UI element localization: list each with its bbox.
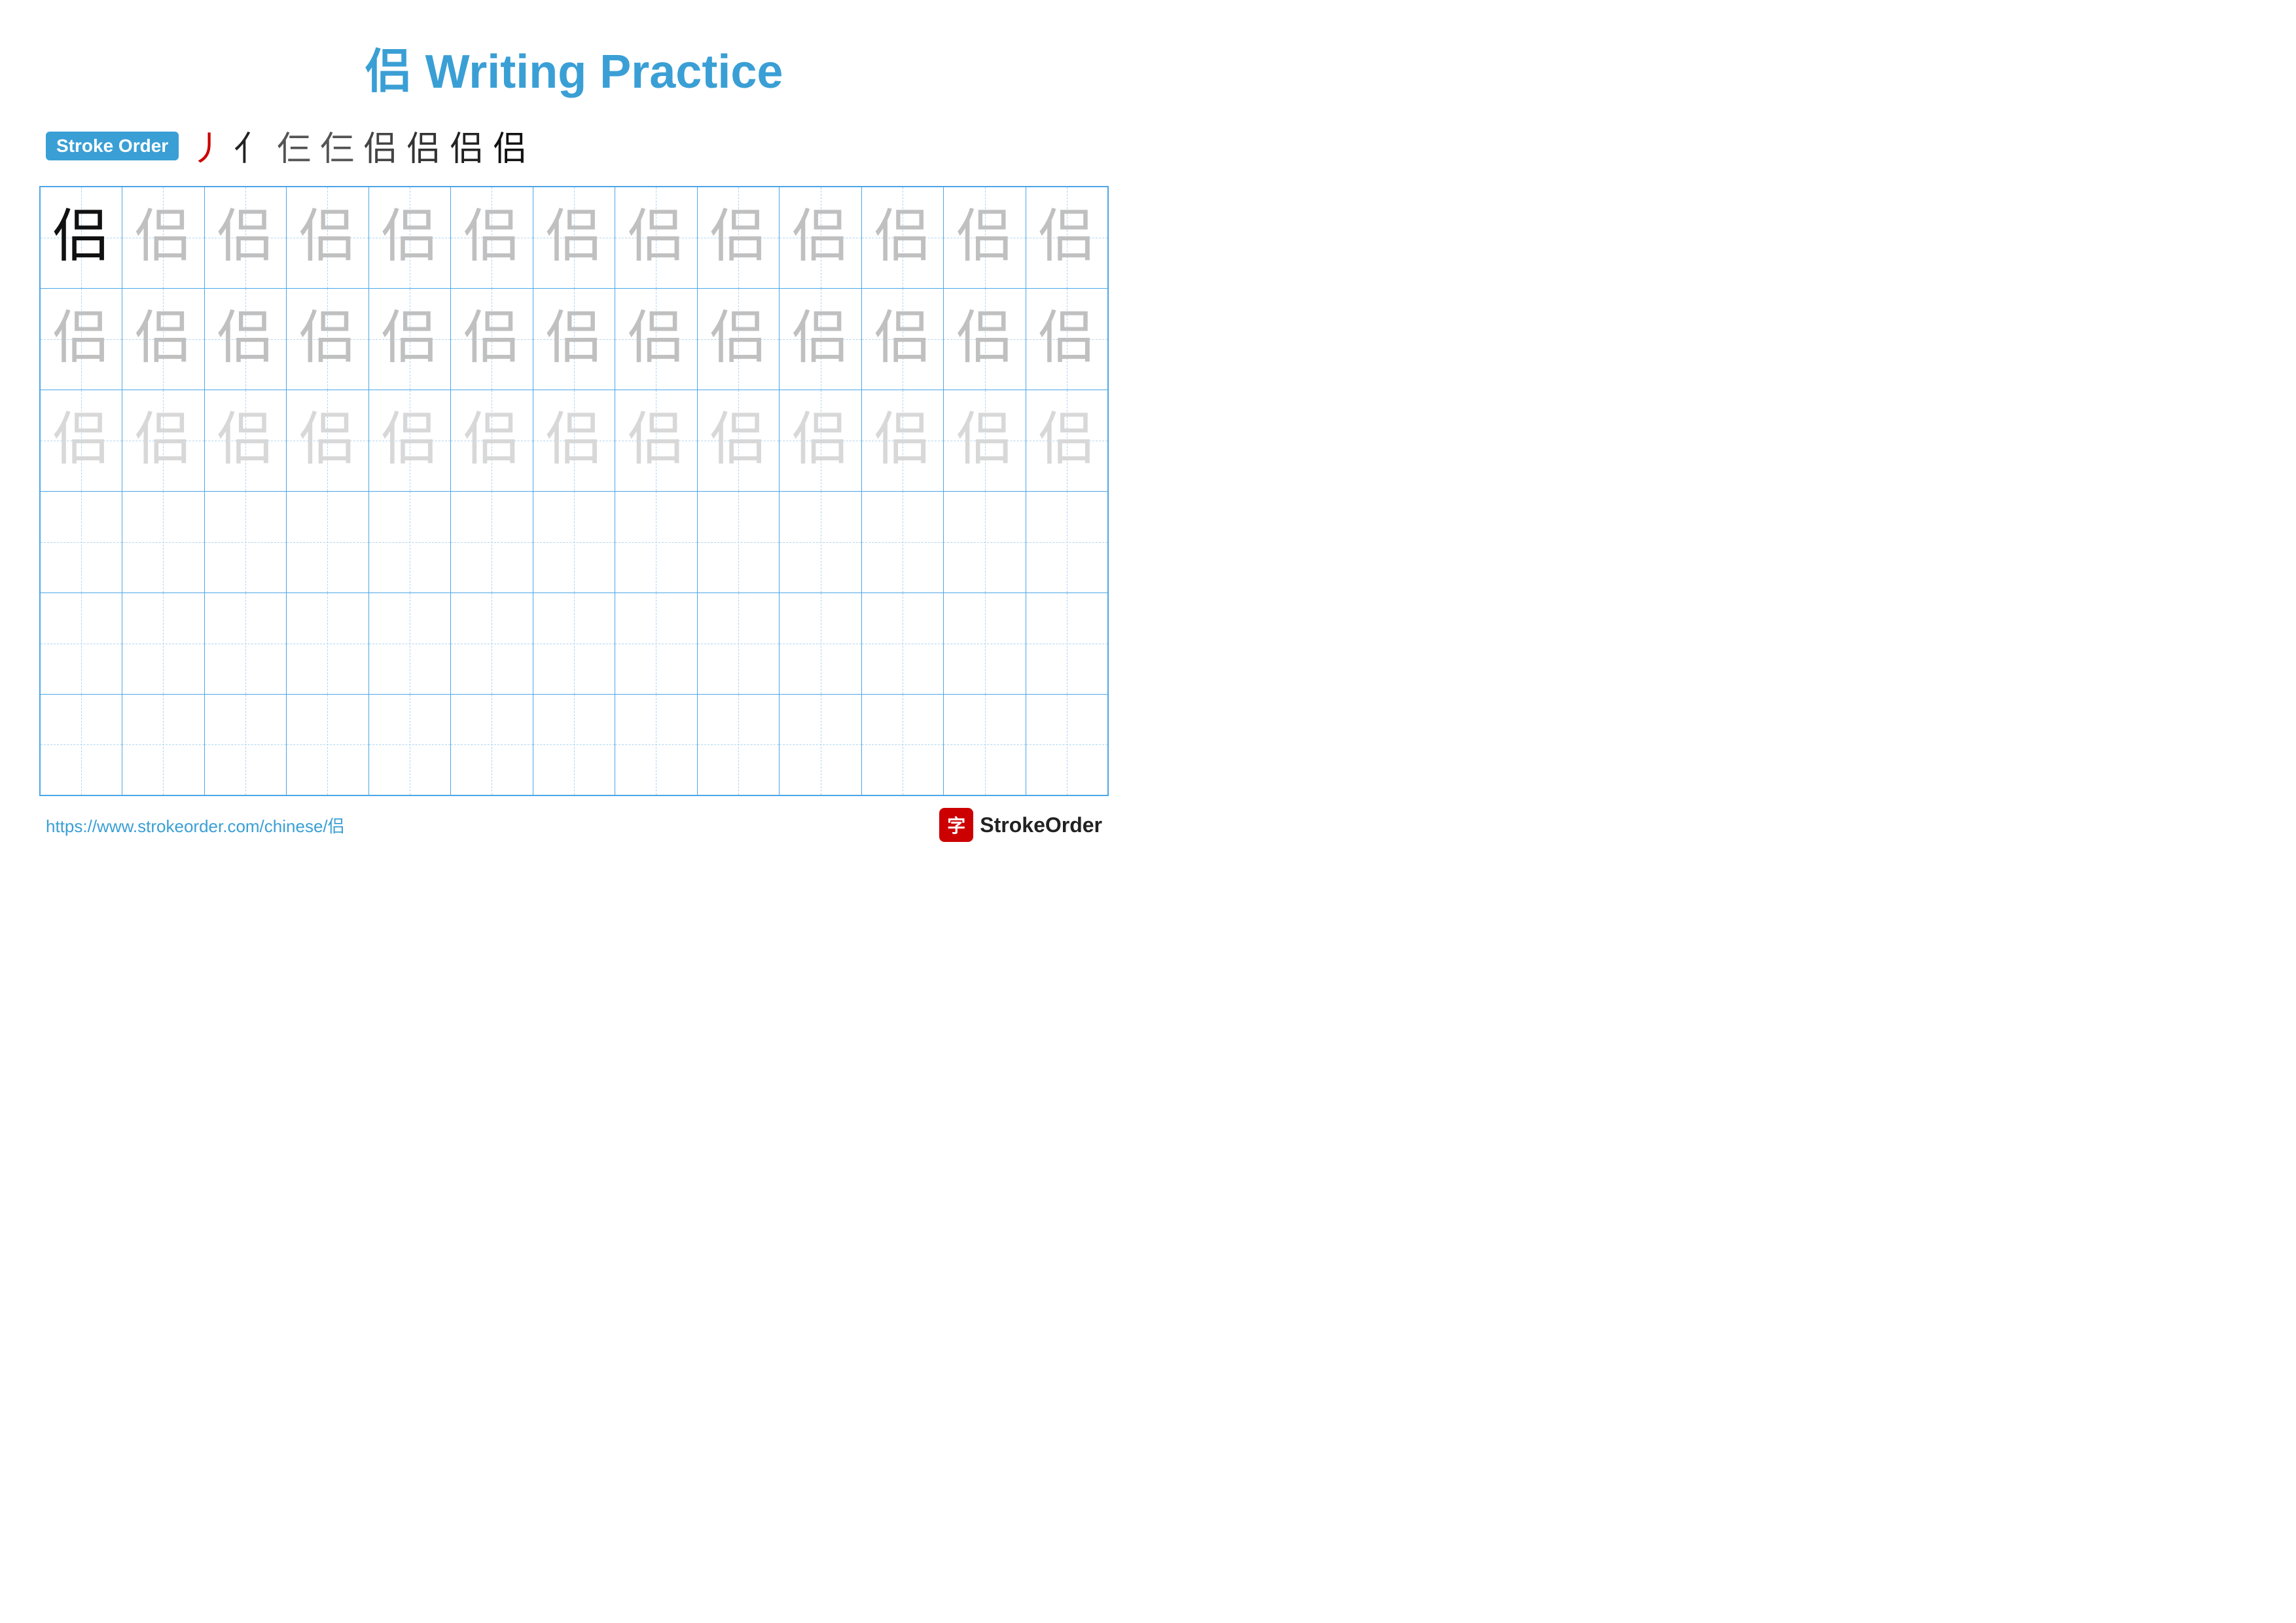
grid-cell[interactable] xyxy=(451,593,533,694)
grid-cell[interactable]: 侣 xyxy=(944,288,1026,390)
grid-cell[interactable] xyxy=(861,593,944,694)
grid-cell[interactable]: 侣 xyxy=(533,288,615,390)
stroke-order-badge: Stroke Order xyxy=(46,132,179,160)
grid-cell[interactable] xyxy=(40,593,122,694)
grid-cell[interactable] xyxy=(697,593,780,694)
grid-cell[interactable] xyxy=(944,694,1026,795)
grid-cell[interactable] xyxy=(368,491,451,593)
grid-cell[interactable] xyxy=(368,593,451,694)
grid-cell[interactable] xyxy=(122,593,205,694)
grid-cell[interactable]: 侣 xyxy=(780,187,862,288)
grid-cell[interactable] xyxy=(287,593,369,694)
page: 侣 Writing Practice Stroke Order 丿 亻 仨 仨 … xyxy=(0,0,1148,812)
stroke-1: 丿 xyxy=(190,121,224,170)
grid-cell[interactable] xyxy=(1026,593,1108,694)
grid-cell[interactable]: 侣 xyxy=(861,288,944,390)
grid-cell[interactable]: 侣 xyxy=(451,390,533,491)
grid-cell[interactable] xyxy=(287,694,369,795)
grid-cell[interactable]: 侣 xyxy=(615,288,698,390)
grid-cell[interactable] xyxy=(780,694,862,795)
grid-cell[interactable]: 侣 xyxy=(697,390,780,491)
footer-logo: 字 StrokeOrder xyxy=(939,808,1102,842)
grid-cell[interactable] xyxy=(615,593,698,694)
grid-cell[interactable]: 侣 xyxy=(122,390,205,491)
grid-cell[interactable]: 侣 xyxy=(697,288,780,390)
grid-cell[interactable] xyxy=(697,694,780,795)
grid-cell[interactable] xyxy=(697,491,780,593)
grid-cell[interactable] xyxy=(615,694,698,795)
grid-cell[interactable] xyxy=(615,491,698,593)
grid-cell[interactable]: 侣 xyxy=(944,390,1026,491)
grid-cell[interactable] xyxy=(204,694,287,795)
grid-cell[interactable]: 侣 xyxy=(780,288,862,390)
grid-cell[interactable]: 侣 xyxy=(368,288,451,390)
grid-cell[interactable] xyxy=(1026,694,1108,795)
grid-cell[interactable]: 侣 xyxy=(204,288,287,390)
grid-cell[interactable] xyxy=(287,491,369,593)
grid-cell[interactable] xyxy=(533,491,615,593)
logo-text: StrokeOrder xyxy=(980,813,1102,837)
practice-table: 侣侣侣侣侣侣侣侣侣侣侣侣侣侣侣侣侣侣侣侣侣侣侣侣侣侣侣侣侣侣侣侣侣侣侣侣侣侣侣 xyxy=(39,186,1109,796)
grid-cell[interactable] xyxy=(122,694,205,795)
grid-cell[interactable]: 侣 xyxy=(944,187,1026,288)
grid-cell[interactable] xyxy=(204,593,287,694)
grid-cell[interactable] xyxy=(533,694,615,795)
grid-cell[interactable]: 侣 xyxy=(1026,187,1108,288)
stroke-3: 仨 xyxy=(277,121,311,170)
grid-cell[interactable]: 侣 xyxy=(204,187,287,288)
grid-cell[interactable] xyxy=(861,694,944,795)
grid-cell[interactable] xyxy=(451,694,533,795)
stroke-4: 仨 xyxy=(320,121,354,170)
grid-cell[interactable]: 侣 xyxy=(287,390,369,491)
grid-cell[interactable] xyxy=(1026,491,1108,593)
grid-cell[interactable]: 侣 xyxy=(861,390,944,491)
footer: https://www.strokeorder.com/chinese/侣 字 … xyxy=(39,808,1109,842)
grid-cell[interactable]: 侣 xyxy=(615,390,698,491)
grid-cell[interactable]: 侣 xyxy=(533,390,615,491)
grid-cell[interactable] xyxy=(40,491,122,593)
stroke-2: 亻 xyxy=(234,121,268,170)
grid-cell[interactable]: 侣 xyxy=(40,187,122,288)
stroke-8: 侣 xyxy=(493,121,527,170)
grid-cell[interactable] xyxy=(533,593,615,694)
grid-cell[interactable]: 侣 xyxy=(861,187,944,288)
footer-url: https://www.strokeorder.com/chinese/侣 xyxy=(46,813,345,837)
grid-cell[interactable]: 侣 xyxy=(1026,288,1108,390)
grid-cell[interactable] xyxy=(780,593,862,694)
grid-cell[interactable]: 侣 xyxy=(287,288,369,390)
logo-icon: 字 xyxy=(939,808,973,842)
grid-cell[interactable] xyxy=(451,491,533,593)
stroke-7: 侣 xyxy=(450,121,484,170)
grid-cell[interactable] xyxy=(204,491,287,593)
grid-cell[interactable]: 侣 xyxy=(533,187,615,288)
stroke-6: 侣 xyxy=(406,121,440,170)
grid-cell[interactable]: 侣 xyxy=(40,288,122,390)
grid-cell[interactable]: 侣 xyxy=(697,187,780,288)
practice-grid-wrapper: 侣侣侣侣侣侣侣侣侣侣侣侣侣侣侣侣侣侣侣侣侣侣侣侣侣侣侣侣侣侣侣侣侣侣侣侣侣侣侣 xyxy=(39,186,1109,796)
grid-cell[interactable] xyxy=(944,593,1026,694)
grid-cell[interactable]: 侣 xyxy=(615,187,698,288)
grid-cell[interactable]: 侣 xyxy=(122,288,205,390)
grid-cell[interactable] xyxy=(40,694,122,795)
grid-cell[interactable]: 侣 xyxy=(1026,390,1108,491)
grid-cell[interactable] xyxy=(861,491,944,593)
page-title: 侣 Writing Practice xyxy=(39,33,1109,101)
grid-cell[interactable] xyxy=(944,491,1026,593)
grid-cell[interactable]: 侣 xyxy=(451,288,533,390)
grid-cell[interactable] xyxy=(780,491,862,593)
grid-cell[interactable]: 侣 xyxy=(368,187,451,288)
grid-cell[interactable] xyxy=(368,694,451,795)
stroke-5: 侣 xyxy=(363,121,397,170)
grid-cell[interactable]: 侣 xyxy=(780,390,862,491)
grid-cell[interactable]: 侣 xyxy=(40,390,122,491)
grid-cell[interactable]: 侣 xyxy=(122,187,205,288)
grid-cell[interactable]: 侣 xyxy=(287,187,369,288)
grid-cell[interactable]: 侣 xyxy=(204,390,287,491)
grid-cell[interactable]: 侣 xyxy=(368,390,451,491)
stroke-sequence: 丿 亻 仨 仨 侣 侣 侣 侣 xyxy=(190,121,527,170)
stroke-order-row: Stroke Order 丿 亻 仨 仨 侣 侣 侣 侣 xyxy=(39,121,1109,170)
grid-cell[interactable]: 侣 xyxy=(451,187,533,288)
grid-cell[interactable] xyxy=(122,491,205,593)
